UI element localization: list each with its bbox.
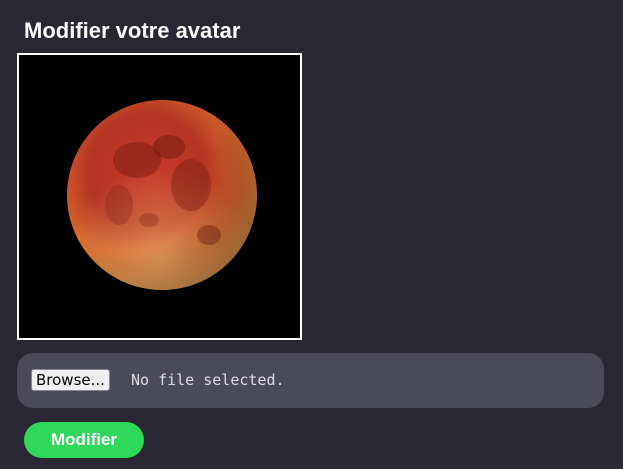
browse-button[interactable]: Browse... <box>31 369 110 391</box>
page-title: Modifier votre avatar <box>24 18 241 43</box>
avatar-image <box>17 53 302 340</box>
submit-button[interactable]: Modifier <box>24 422 144 458</box>
moon-image <box>19 55 300 338</box>
file-status: No file selected. <box>131 371 285 389</box>
file-input[interactable]: Browse... No file selected. <box>17 353 604 408</box>
